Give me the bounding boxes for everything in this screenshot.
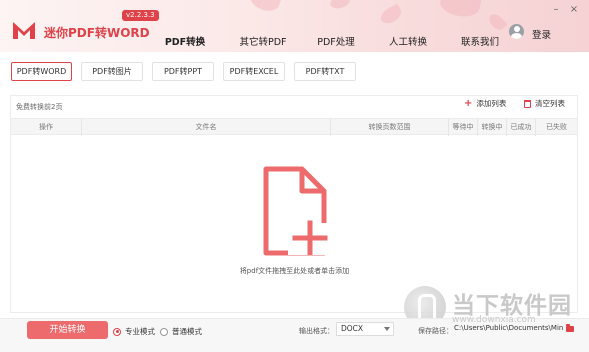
nav-tab-contact-us[interactable]: 联系我们 — [455, 34, 505, 52]
title-bar: 迷你PDF转WORD v2.2.3.3 PDF转换 其它转PDF PDF处理 人… — [0, 0, 589, 52]
tab-pdf-to-txt[interactable]: PDF转TXT — [294, 62, 356, 81]
add-to-list-button[interactable]: + 添加列表 — [464, 98, 506, 109]
add-file-icon[interactable] — [262, 165, 328, 257]
tab-pdf-to-word[interactable]: PDF转WORD — [11, 62, 72, 81]
mode-normal-radio[interactable]: 普通模式 — [160, 326, 202, 337]
column-header-waiting: 等待中 — [449, 119, 478, 136]
decorative-petal — [438, 0, 482, 20]
folder-icon[interactable] — [566, 324, 574, 332]
main-nav: PDF转换 其它转PDF PDF处理 人工转换 联系我们 — [155, 34, 505, 52]
output-format-label: 输出格式： — [299, 327, 334, 335]
column-header-filename: 文件名 — [82, 119, 331, 136]
column-header-succeeded: 已成功 — [507, 119, 536, 136]
app-logo-icon — [13, 22, 35, 39]
column-header-converting: 转换中 — [478, 119, 507, 136]
decorative-petal — [377, 3, 405, 27]
nav-tab-manual-convert[interactable]: 人工转换 — [383, 34, 433, 52]
trash-icon — [524, 99, 531, 108]
radio-unchecked-icon — [160, 327, 168, 336]
decorative-petal — [486, 11, 508, 33]
nav-tab-pdf-convert[interactable]: PDF转换 — [155, 34, 215, 52]
output-format-select[interactable]: DOCX — [336, 322, 394, 336]
clear-list-button[interactable]: 清空列表 — [524, 98, 565, 109]
nav-tab-pdf-process[interactable]: PDF处理 — [311, 34, 361, 52]
nav-tab-other-to-pdf[interactable]: 其它转PDF — [235, 34, 291, 52]
plus-icon: + — [464, 98, 473, 109]
close-icon[interactable]: × — [569, 5, 579, 15]
save-path-label: 保存路径： — [418, 327, 453, 335]
mode-pro-radio[interactable]: 专业模式 — [113, 326, 155, 337]
chevron-down-icon — [384, 327, 390, 331]
user-avatar-icon[interactable] — [509, 24, 524, 39]
decorative-petal — [328, 0, 352, 11]
clear-list-label: 清空列表 — [535, 99, 565, 108]
version-badge: v2.2.3.3 — [122, 10, 159, 21]
start-convert-button[interactable]: 开始转换 — [27, 321, 108, 339]
minimize-icon[interactable]: – — [551, 5, 561, 15]
output-format-value: DOCX — [341, 324, 364, 333]
drop-hint: 将pdf文件拖拽至此处或者单击添加 — [239, 267, 350, 275]
conversion-tabs: PDF转WORD PDF转图片 PDF转PPT PDF转EXCEL PDF转TX… — [11, 62, 365, 81]
login-link[interactable]: 登录 — [532, 27, 551, 41]
add-to-list-label: 添加列表 — [476, 99, 507, 108]
column-header-page-range: 转换页数范围 — [331, 119, 449, 136]
decorative-petal — [247, 0, 283, 15]
table-header: 操作 文件名 转换页数范围 等待中 转换中 已成功 已失败 — [11, 118, 577, 136]
mode-pro-label: 专业模式 — [125, 327, 155, 336]
column-header-action: 操作 — [11, 119, 82, 136]
column-header-failed: 已失败 — [546, 123, 567, 131]
radio-checked-icon — [113, 327, 121, 336]
free-pages-note: 免费转换前2页 — [16, 103, 63, 111]
mode-normal-label: 普通模式 — [172, 327, 202, 336]
tab-pdf-to-excel[interactable]: PDF转EXCEL — [223, 62, 285, 81]
save-path-field[interactable]: C:\Users\Public\Documents\Mini — [454, 322, 564, 336]
tab-pdf-to-image[interactable]: PDF转图片 — [81, 62, 143, 81]
tab-pdf-to-ppt[interactable]: PDF转PPT — [152, 62, 214, 81]
app-title: 迷你PDF转WORD — [44, 26, 150, 40]
